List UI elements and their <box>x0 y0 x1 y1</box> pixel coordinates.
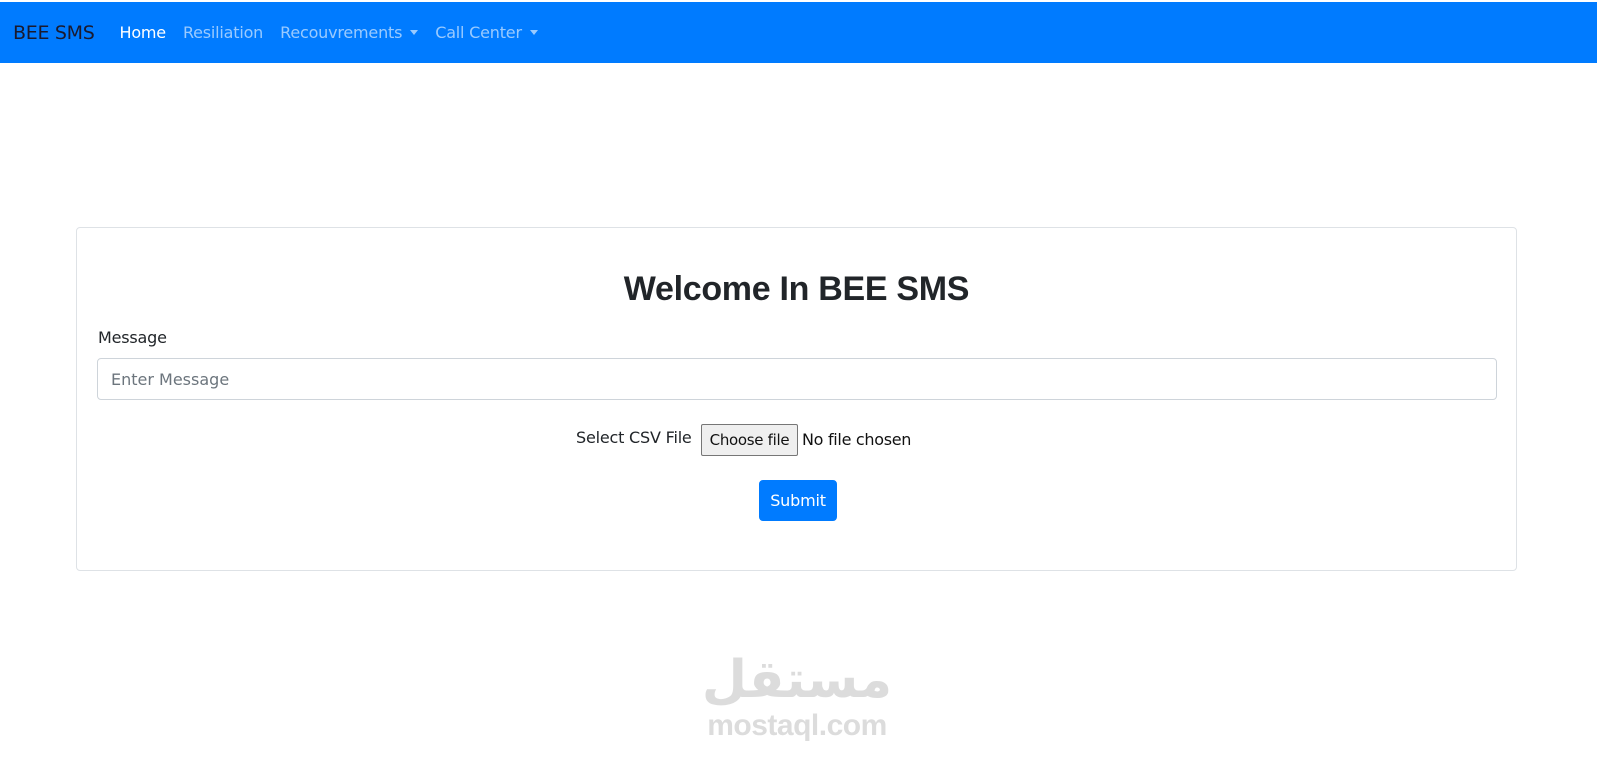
message-label: Message <box>98 328 167 347</box>
watermark-arabic: مستقل <box>701 650 893 710</box>
nav-item-call-center[interactable]: Call Center <box>435 23 538 42</box>
nav-item-resiliation[interactable]: Resiliation <box>183 23 263 42</box>
csv-file-label: Select CSV File <box>576 428 692 447</box>
submit-button[interactable]: Submit <box>759 480 837 521</box>
message-input[interactable] <box>97 358 1497 400</box>
caret-down-icon <box>529 30 538 35</box>
csv-file-row: Select CSV File Choose file No file chos… <box>77 424 1516 458</box>
navbar-brand[interactable]: BEE SMS <box>13 22 95 44</box>
nav-item-call-center-label: Call Center <box>435 23 522 42</box>
page-title: Welcome In BEE SMS <box>623 270 970 308</box>
sms-form-card: Welcome In BEE SMS Message Select CSV Fi… <box>76 227 1517 571</box>
caret-down-icon <box>410 30 419 35</box>
navbar: BEE SMS Home Resiliation Recouvrements C… <box>0 2 1597 63</box>
nav-item-home[interactable]: Home <box>120 23 167 42</box>
watermark-latin: mostaql.com <box>707 709 887 742</box>
choose-file-button[interactable]: Choose file <box>701 424 798 456</box>
watermark-logo: مستقل mostaql.com <box>692 650 902 742</box>
nav-item-recouvrements[interactable]: Recouvrements <box>280 23 419 42</box>
nav-item-recouvrements-label: Recouvrements <box>280 23 403 42</box>
file-status-text: No file chosen <box>802 430 912 449</box>
